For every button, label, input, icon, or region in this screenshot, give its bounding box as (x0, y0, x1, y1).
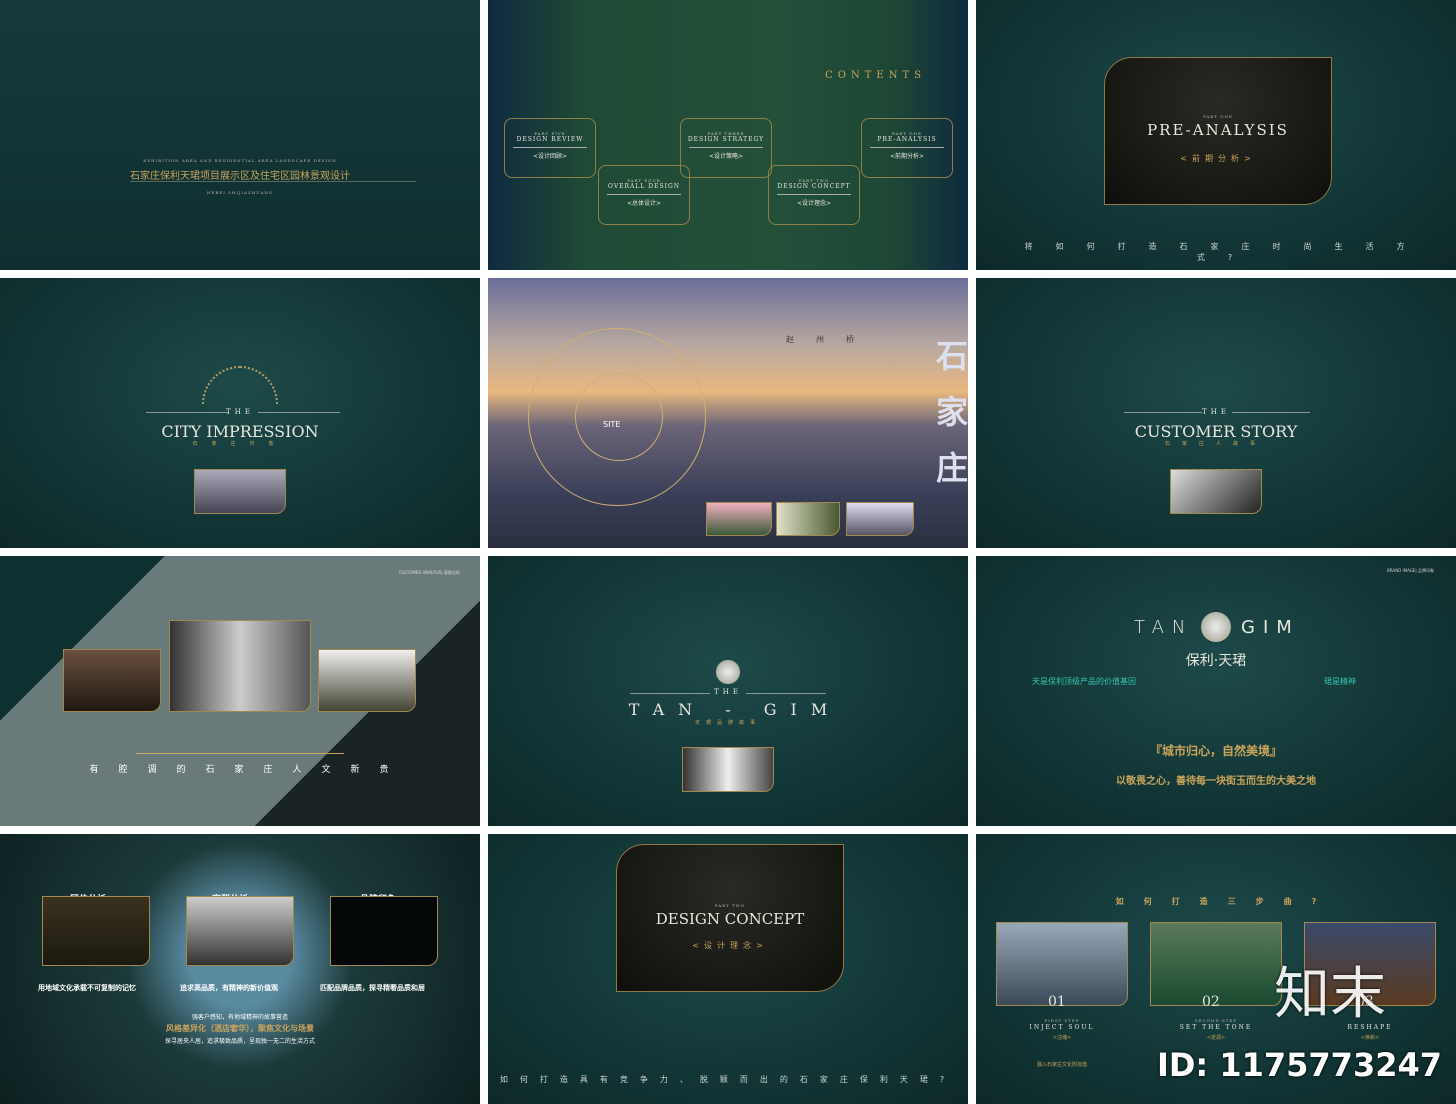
part-label: PART ONE (1203, 114, 1233, 119)
step-title: INJECT SOUL (1029, 1024, 1095, 1031)
slide-site[interactable]: 赵州桥 SITE 石家庄 (488, 278, 968, 548)
section-title: TAN - GIM (628, 700, 842, 719)
vertical-city-name: 石家庄 (936, 337, 968, 487)
contents-item[interactable]: PART FOUR OVERALL DESIGN <总体设计> (598, 165, 690, 225)
photo-horse (682, 747, 774, 792)
photo-portrait (1170, 469, 1262, 514)
radius-circle (575, 373, 663, 461)
logo-left: TAN (1134, 617, 1194, 638)
title-card: PART ONE PRE-ANALYSIS <前期分析> (1104, 57, 1332, 205)
slide-tan-gim[interactable]: THE TAN - GIM 天珺品牌故事 (488, 556, 968, 826)
summary-line-1: 强客户感知，有地域精神的故事营造 (191, 1014, 288, 1021)
photo-balcony (318, 649, 416, 712)
step-label: FIRST STEP (1044, 1018, 1080, 1023)
section-zh: <设计理念> (692, 941, 768, 950)
slide-overview-analysis[interactable]: 区位分析 客群分析 品牌印象 用地域文化承载不可复制的记忆 追求高品质，有精神的… (0, 834, 480, 1104)
the-label: THE (714, 688, 742, 696)
title-card: PART TWO DESIGN CONCEPT <设计理念> (616, 844, 844, 992)
section-zh: 石家庄印象 (192, 441, 288, 447)
section-title: DESIGN CONCEPT (655, 910, 805, 928)
photo-dinner (63, 649, 161, 712)
left-heading: 天是保利顶级产品的价值基因 (1032, 677, 1136, 686)
site-marker: SITE (603, 420, 621, 429)
brand-seal-icon (716, 660, 740, 684)
col-caption: 用地域文化承载不可复制的记忆 (38, 984, 136, 992)
slide-city-impression[interactable]: THE CITY IMPRESSION 石家庄印象 (0, 278, 480, 548)
watermark-logo: 知末 (1274, 962, 1386, 1027)
contents-item[interactable]: PART TWO DESIGN CONCEPT <设计理念> (768, 165, 860, 225)
slide-customer-story[interactable]: THE CUSTOMER STORY 石家庄人故事 (976, 278, 1456, 548)
logo-right: GIM (1241, 617, 1300, 638)
section-title: CITY IMPRESSION (161, 422, 319, 441)
summary-line-3: 探寻居央人居，追求极致品质，呈现独一无二的生活方式 (164, 1038, 315, 1045)
contents-item[interactable]: PART FIVE DESIGN REVIEW <设计回顾> (504, 118, 596, 178)
cover-en: EXHIBITION AREA AND RESIDENTIAL AREA LAN… (143, 158, 337, 163)
summary-line-2: 风格差异化（酒店奢华），聚焦文化与场景 (166, 1024, 314, 1033)
the-label: THE (1202, 408, 1230, 416)
slide-customer-analysis[interactable]: CUSTOMER ANALYSIS| 客群分析 有腔调的石家庄人文新贵 (0, 556, 480, 826)
divider (136, 753, 344, 754)
step-title: SET THE TONE (1179, 1024, 1253, 1031)
slogan: 『城市归心，自然美境』 (1149, 744, 1282, 758)
slide-pre-analysis[interactable]: PART ONE PRE-ANALYSIS <前期分析> 将如何打造石家庄时尚生… (976, 0, 1456, 270)
right-heading: 珺是精神 (1324, 677, 1356, 686)
section-zh: 天珺品牌故事 (694, 720, 761, 726)
question: 如何打造具有竞争力、脱颖而出的石家庄保利天珺? (499, 1075, 957, 1084)
contents-item[interactable]: PART ONE PRE-ANALYSIS <前期分析> (861, 118, 953, 178)
contents-item[interactable]: PART THREE DESIGN STRATEGY <设计策略> (680, 118, 772, 178)
col-caption: 追求高品质，有精神的新价值观 (180, 984, 278, 992)
question: 如何打造三步曲? (1115, 897, 1337, 906)
brand-seal-icon (1201, 612, 1231, 642)
step-desc: 融入石家庄文化附加值 (1036, 1062, 1087, 1068)
slide-cover[interactable]: EXHIBITION AREA AND RESIDENTIAL AREA LAN… (0, 0, 480, 270)
photo-garden (776, 502, 840, 536)
section-zh: <前期分析> (1180, 154, 1256, 163)
step-label: SECOND STEP (1195, 1018, 1237, 1023)
section-title: CUSTOMER STORY (1134, 422, 1298, 441)
cover-sub: HEBEI SHIJIAZHUANG (206, 190, 274, 195)
step-zh: <定调> (1206, 1035, 1226, 1041)
photo-flowers (706, 502, 772, 536)
contents-title: CONTENTS (825, 70, 926, 81)
watermark-id: ID: 1175773247 (1156, 1046, 1442, 1084)
photo-location (42, 896, 150, 966)
logo-zh: 保利·天珺 (1185, 653, 1247, 669)
headline: 有腔调的石家庄人文新贵 (89, 765, 409, 775)
section-zh: 石家庄人故事 (1164, 441, 1267, 447)
part-label: PART TWO (714, 903, 746, 908)
step-zh: <焕新> (1360, 1035, 1380, 1041)
photo-customer (186, 896, 294, 966)
photo-brand (330, 896, 438, 966)
divider (130, 181, 416, 182)
the-label: THE (226, 408, 254, 416)
slide-contents[interactable]: CONTENTS PART FIVE DESIGN REVIEW <设计回顾> PA… (488, 0, 968, 270)
step-number: 02 (1202, 994, 1220, 1010)
section-tag: BRAND IMAGE| 品牌印象 (1387, 568, 1434, 573)
location-label: 赵州桥 (786, 335, 876, 344)
photo-man (169, 620, 311, 712)
question: 将如何打造石家庄时尚生活方式? (1024, 242, 1428, 262)
photo-architecture (194, 469, 286, 514)
step-number: 01 (1048, 994, 1066, 1010)
bottom-line: 以敬畏之心，善待每一块街玉而生的大美之地 (1116, 776, 1316, 787)
step-zh: <注魂> (1052, 1035, 1072, 1041)
photo-building (846, 502, 914, 536)
slide-design-concept[interactable]: PART TWO DESIGN CONCEPT <设计理念> 如何打造具有竞争力… (488, 834, 968, 1104)
col-caption: 匹配品牌品质，探寻精奢品质和居 (320, 984, 425, 992)
section-tag: CUSTOMER ANALYSIS| 客群分析 (398, 570, 460, 575)
cover-title: 石家庄保利天珺项目展示区及住宅区园林景观设计 (130, 171, 350, 182)
fan-ornament-icon (202, 366, 278, 404)
section-title: PRE-ANALYSIS (1147, 121, 1289, 139)
slide-brand-image[interactable]: BRAND IMAGE| 品牌印象 TAN GIM 保利·天珺 天是保利顶级产品… (976, 556, 1456, 826)
